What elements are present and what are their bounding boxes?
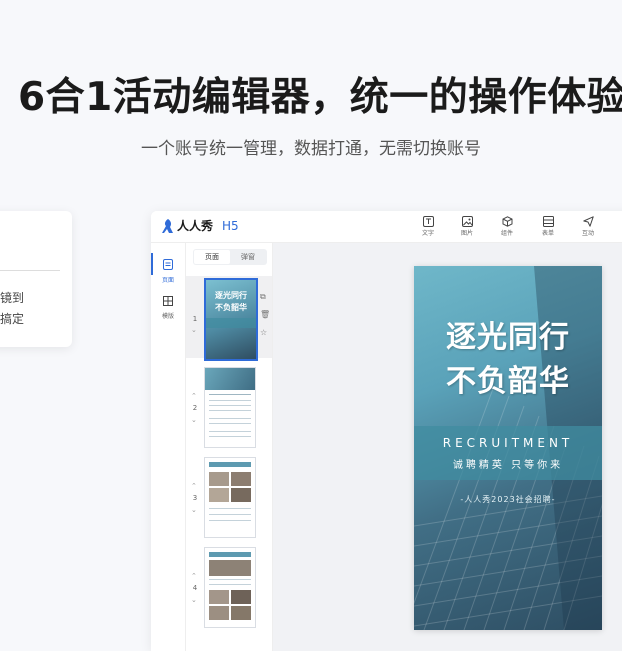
poster-subline: -人人秀2023社会招聘- — [460, 495, 556, 504]
move-up-icon[interactable]: ⌃ — [191, 573, 197, 580]
star-icon[interactable]: ☆ — [260, 324, 270, 342]
poster-title-line1: 逐光同行 — [446, 320, 570, 355]
pages-tab-switch: 页面 弹窗 — [193, 249, 267, 265]
editor-topbar: 人人秀 H5 文字 图片 组件 表单 互动 — [151, 211, 622, 243]
thumb-title-line1: 逐光同行 — [215, 290, 247, 300]
product-type-label: H5 — [222, 219, 239, 233]
page-row-3[interactable]: ⌃ 3 ⌄ — [186, 457, 272, 539]
tool-text[interactable]: 文字 — [415, 216, 441, 237]
move-up-icon[interactable]: ⌃ — [191, 483, 197, 490]
tool-image[interactable]: 图片 — [454, 216, 480, 237]
sidebar-item-templates-label: 模版 — [161, 313, 174, 320]
hero-subtitle: 一个账号统一管理，数据打通，无需切换账号 — [141, 139, 481, 159]
poster-recruitment: RECRUITMENT — [442, 436, 574, 450]
send-icon — [582, 216, 594, 227]
logo-text: 人人秀 — [177, 219, 214, 233]
pages-panel: 页面 弹窗 1 ⌄ 逐光同行 不负韶华 ⧉ 🗑 ☆ ⌃ 2 ⌄ ⌃ 3 ⌄ ⌃ … — [186, 243, 273, 651]
tool-text-label: 文字 — [421, 230, 434, 237]
page-row-4[interactable]: ⌃ 4 ⌄ — [186, 547, 272, 629]
feature-card: 镜到 搞定 — [0, 211, 72, 347]
pages-icon — [163, 259, 173, 270]
sidebar-item-templates[interactable]: 模版 — [151, 291, 185, 320]
logo-icon — [162, 218, 173, 233]
tool-interact[interactable]: 互动 — [575, 216, 601, 237]
poster-band — [414, 426, 602, 480]
card-text-line-2: 搞定 — [0, 312, 25, 326]
sidebar-item-pages[interactable]: 页面 — [151, 255, 185, 284]
page-number: 3 — [192, 494, 198, 502]
poster-preview[interactable]: 逐光同行 不负韶华 RECRUITMENT 诚聘精英 只等你来 -人人秀2023… — [414, 266, 602, 630]
text-icon — [422, 216, 434, 227]
tool-component-label: 组件 — [500, 230, 513, 237]
move-up-icon[interactable]: ⌃ — [191, 393, 197, 400]
tool-form-label: 表单 — [541, 230, 554, 237]
page-number: 1 — [192, 315, 198, 323]
poster-tagline: 诚聘精英 只等你来 — [452, 460, 564, 471]
page-number: 2 — [192, 404, 198, 412]
tool-image-label: 图片 — [460, 230, 473, 237]
page-actions: ⧉ 🗑 ☆ — [260, 288, 270, 342]
tool-component[interactable]: 组件 — [494, 216, 520, 237]
sidebar-item-pages-label: 页面 — [161, 277, 174, 284]
move-down-icon[interactable]: ⌄ — [191, 597, 197, 604]
page-row-2[interactable]: ⌃ 2 ⌄ — [186, 367, 272, 449]
copy-icon[interactable]: ⧉ — [260, 288, 270, 306]
template-icon — [163, 296, 173, 306]
move-down-icon[interactable]: ⌄ — [191, 327, 197, 334]
app-logo[interactable]: 人人秀 — [161, 217, 213, 234]
move-down-icon[interactable]: ⌄ — [191, 507, 197, 514]
thumb-title-line2: 不负韶华 — [215, 302, 247, 312]
page-thumbnail[interactable] — [204, 457, 256, 538]
move-down-icon[interactable]: ⌄ — [191, 417, 197, 424]
component-icon — [502, 216, 512, 227]
page-number: 4 — [192, 584, 198, 592]
card-divider — [0, 270, 60, 271]
hero-title: 6合1活动编辑器，统一的操作体验 — [18, 75, 622, 120]
form-icon — [542, 216, 554, 227]
delete-icon[interactable]: 🗑 — [260, 306, 270, 324]
poster-title-line2: 不负韶华 — [446, 364, 570, 399]
editor-sidebar: 页面 模版 — [151, 243, 186, 651]
page-thumbnail[interactable] — [204, 547, 256, 628]
tab-popups[interactable]: 弹窗 — [230, 250, 266, 264]
tab-pages[interactable]: 页面 — [194, 250, 230, 264]
editor-canvas[interactable]: 逐光同行 不负韶华 RECRUITMENT 诚聘精英 只等你来 -人人秀2023… — [273, 243, 622, 651]
editor-window: 人人秀 H5 文字 图片 组件 表单 互动 页面 模版 页面 弹窗 1 ⌄ 逐光… — [151, 211, 622, 651]
tool-interact-label: 互动 — [581, 230, 594, 237]
image-icon — [461, 216, 473, 227]
tool-form[interactable]: 表单 — [535, 216, 561, 237]
page-row-1[interactable]: 1 ⌄ 逐光同行 不负韶华 ⧉ 🗑 ☆ — [186, 276, 272, 361]
card-text-line-1: 镜到 — [0, 291, 25, 305]
page-thumbnail[interactable] — [204, 367, 256, 448]
page-thumbnail[interactable]: 逐光同行 不负韶华 — [204, 278, 258, 361]
